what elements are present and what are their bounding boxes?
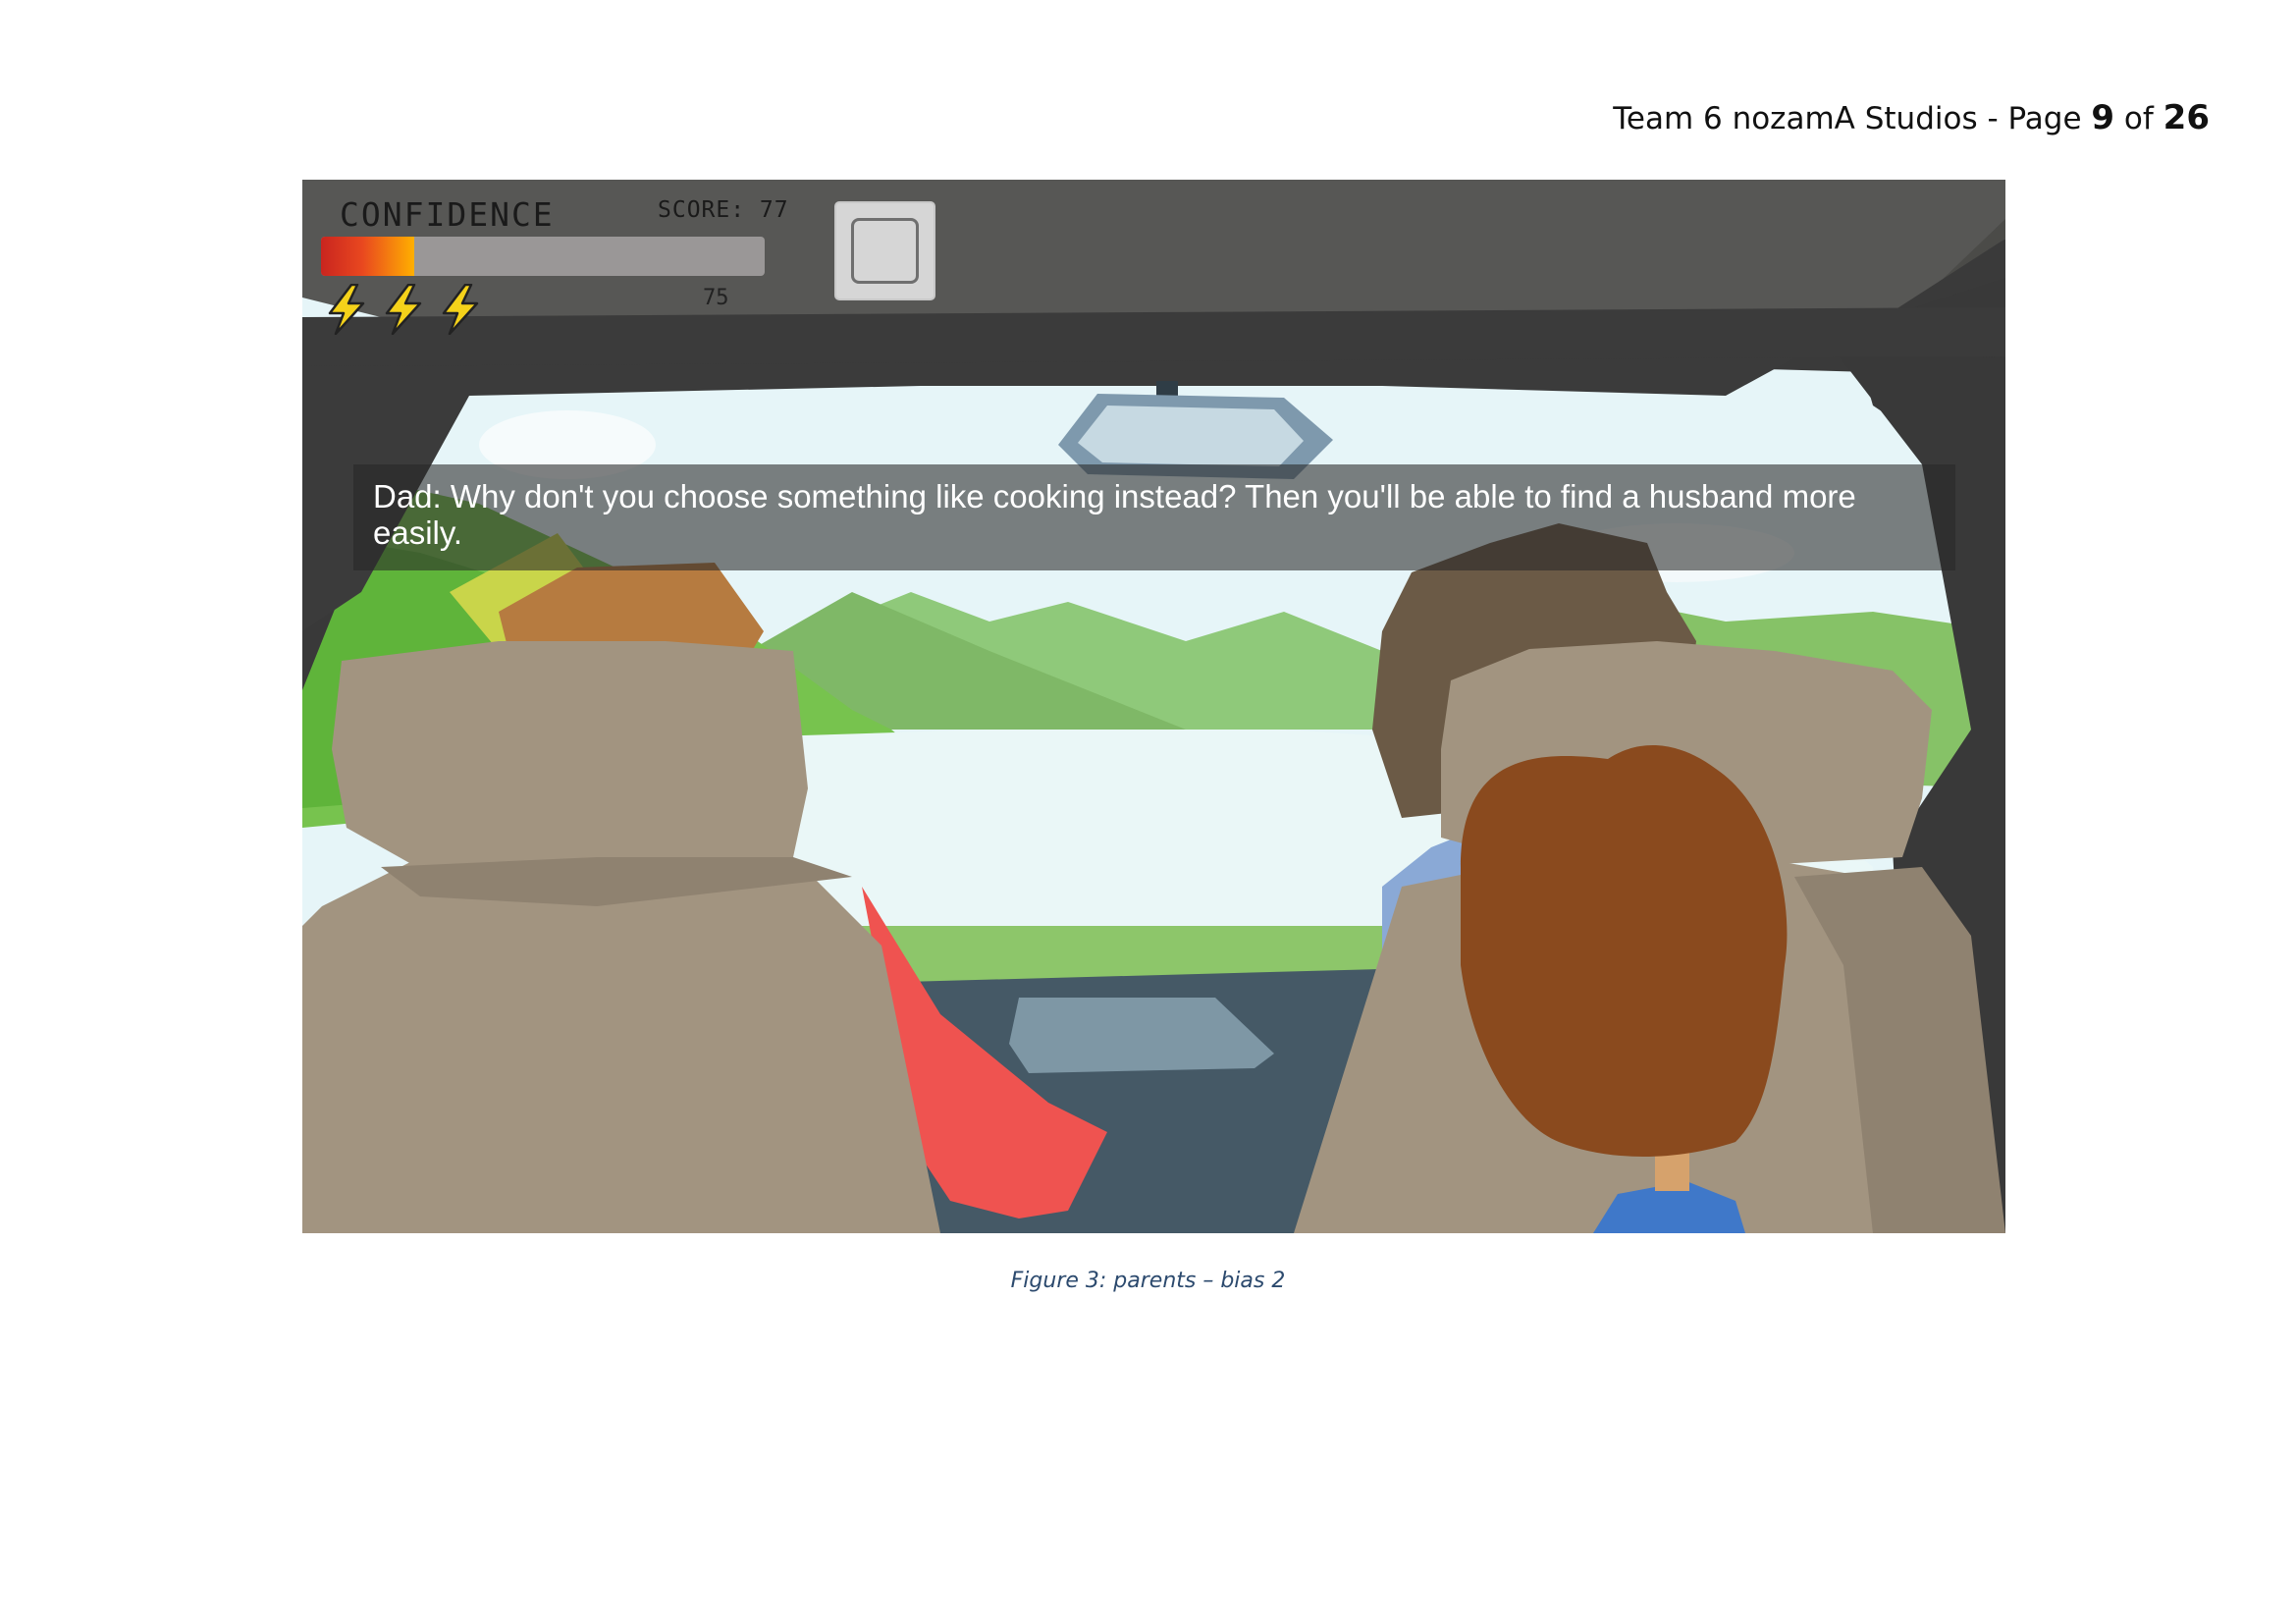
game-screenshot: CONFIDENCE SCORE: 77 75 Dad: Why don't y…	[302, 180, 2005, 1233]
dialogue-box[interactable]: Dad: Why don't you choose something like…	[353, 464, 1955, 570]
confidence-bar	[321, 237, 765, 276]
figure-caption: Figure 3: parents – bias 2	[1010, 1269, 1286, 1293]
pause-square-icon	[851, 218, 919, 284]
header-prefix: Team 6 nozamA Studios - Page	[1613, 101, 2092, 136]
lightning-bolt-icon	[379, 283, 426, 336]
header-page-number: 9	[2091, 98, 2115, 137]
dialogue-text: Dad: Why don't you choose something like…	[373, 478, 1856, 551]
pause-button[interactable]	[834, 201, 935, 300]
confidence-label: CONFIDENCE	[340, 195, 555, 234]
confidence-bar-fill	[321, 237, 414, 276]
header-page-total: 26	[2163, 98, 2210, 137]
page-header: Team 6 nozamA Studios - Page 9 of 26	[1613, 98, 2210, 137]
lightning-bolt-icon	[436, 283, 483, 336]
header-of: of	[2114, 101, 2163, 136]
confidence-value: 75	[703, 286, 729, 310]
lightning-bolt-icon	[322, 283, 369, 336]
score-display: SCORE: 77	[658, 197, 789, 223]
car-scene-illustration	[302, 180, 2005, 1233]
lives-indicator	[322, 283, 483, 336]
